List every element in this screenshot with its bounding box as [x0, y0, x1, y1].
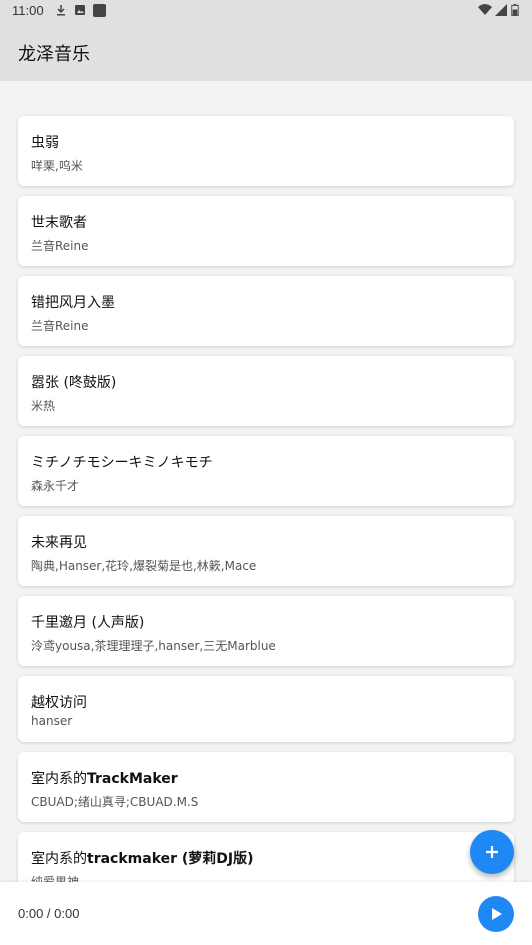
song-title-prefix: 室内系的: [31, 771, 87, 787]
song-title: 错把风月入墨: [31, 295, 115, 311]
play-icon: [492, 908, 502, 920]
add-button[interactable]: [470, 830, 514, 874]
song-item-1[interactable]: 虫弱 咩栗,呜米: [18, 116, 514, 186]
song-artist: 米热: [31, 399, 56, 413]
cell-signal-icon: [495, 4, 507, 16]
song-artist: 兰音Reine: [31, 239, 89, 253]
plus-icon: [486, 846, 498, 858]
song-artist: 陶典,Hanser,花玲,爆裂菊是也,林簌,Mace: [31, 559, 257, 573]
song-item-4[interactable]: 嚣张 (咚鼓版) 米热: [18, 356, 514, 426]
app-square-icon: [93, 4, 106, 17]
song-artist: 兰音Reine: [31, 319, 89, 333]
song-item-3[interactable]: 错把风月入墨 兰音Reine: [18, 276, 514, 346]
song-title: 未来再见: [31, 535, 87, 551]
song-artist: 咩栗,呜米: [31, 159, 83, 173]
song-title: 嚣张 (咚鼓版): [31, 375, 117, 391]
song-title: 世末歌者: [31, 215, 87, 231]
song-title: 越权访问: [31, 695, 87, 711]
player-time: 0:00 / 0:00: [18, 906, 80, 921]
wifi-icon: [478, 4, 492, 15]
song-title-bold: TrackMaker: [87, 771, 178, 787]
song-artist: CBUAD;绪山真寻;CBUAD.M.S: [31, 795, 199, 809]
download-icon: [57, 5, 65, 16]
song-item-2[interactable]: 世末歌者 兰音Reine: [18, 196, 514, 266]
song-title-bold: trackmaker (萝莉DJ版): [87, 851, 254, 867]
status-bar: 11:00: [0, 0, 532, 22]
song-title: 室内系的TrackMaker: [31, 768, 178, 788]
song-title-prefix: 室内系的: [31, 851, 87, 867]
song-title: ミチノチモシーキミノキモチ: [31, 455, 213, 471]
player-bar: 0:00 / 0:00: [0, 882, 532, 945]
app-title: 龙泽音乐: [18, 44, 90, 65]
song-artist: hanser: [31, 714, 73, 728]
song-title: 千里邀月 (人声版): [31, 615, 145, 631]
song-artist: 森永千才: [31, 479, 80, 493]
photo-icon: [75, 5, 85, 15]
song-item-9[interactable]: 室内系的TrackMaker CBUAD;绪山真寻;CBUAD.M.S: [18, 752, 514, 822]
app-bar: 龙泽音乐: [0, 22, 532, 81]
song-item-8[interactable]: 越权访问 hanser: [18, 676, 514, 742]
song-title: 虫弱: [31, 135, 59, 151]
battery-icon: [511, 4, 519, 16]
song-item-6[interactable]: 未来再见 陶典,Hanser,花玲,爆裂菊是也,林簌,Mace: [18, 516, 514, 586]
screen: 11:00 龙泽音乐 虫弱 咩栗,呜米 世末歌者 兰音Reine 错把风月入墨 …: [0, 0, 532, 945]
play-button[interactable]: [478, 896, 514, 932]
song-title: 室内系的trackmaker (萝莉DJ版): [31, 848, 254, 868]
status-time: 11:00: [12, 3, 44, 18]
song-artist: 泠鸢yousa,茶理理理子,hanser,三无Marblue: [31, 639, 276, 653]
song-item-7[interactable]: 千里邀月 (人声版) 泠鸢yousa,茶理理理子,hanser,三无Marblu…: [18, 596, 514, 666]
song-item-5[interactable]: ミチノチモシーキミノキモチ 森永千才: [18, 436, 514, 506]
